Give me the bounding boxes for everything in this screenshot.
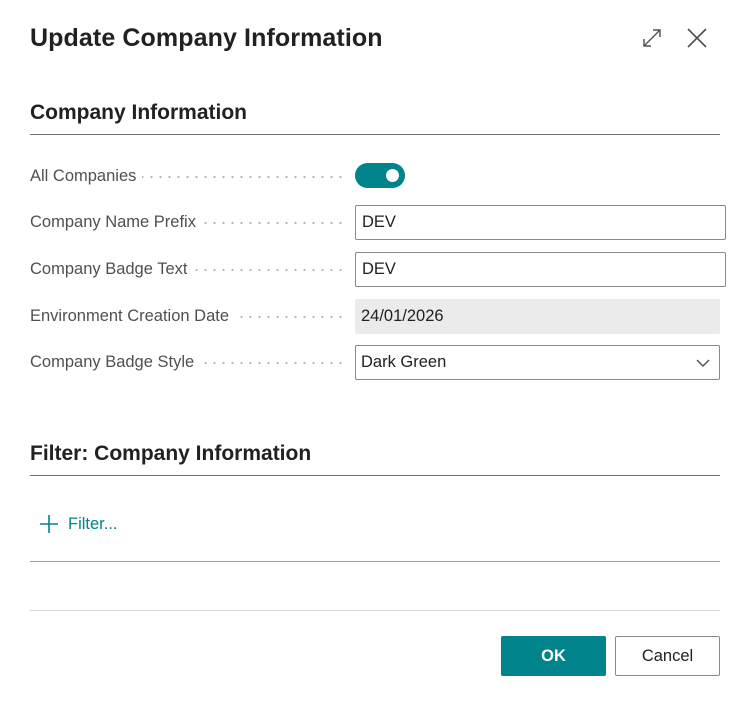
all-companies-toggle[interactable] bbox=[355, 163, 405, 188]
dialog-title: Update Company Information bbox=[30, 24, 383, 52]
cancel-button[interactable]: Cancel bbox=[615, 636, 720, 676]
close-button[interactable] bbox=[683, 24, 711, 52]
expand-icon bbox=[643, 29, 661, 47]
all-companies-label: All Companies bbox=[30, 159, 143, 194]
company-badge-style-label: Company Badge Style bbox=[30, 345, 201, 380]
ok-button[interactable]: OK bbox=[501, 636, 606, 676]
company-name-prefix-input[interactable]: DEV bbox=[355, 205, 726, 240]
company-badge-text-label: Company Badge Text bbox=[30, 252, 194, 287]
company-badge-text-input[interactable]: DEV bbox=[355, 252, 726, 287]
close-icon bbox=[687, 28, 707, 48]
company-badge-style-select[interactable]: Dark Green bbox=[355, 345, 720, 380]
filter-divider bbox=[30, 561, 720, 562]
section-divider bbox=[30, 134, 720, 135]
field-company-badge-style: Company Badge Style Dark Green bbox=[30, 345, 720, 380]
add-filter-label: Filter... bbox=[68, 514, 118, 533]
plus-icon bbox=[40, 515, 58, 533]
company-badge-style-value: Dark Green bbox=[361, 353, 447, 371]
section-header-filter: Filter: Company Information bbox=[30, 442, 312, 465]
environment-creation-date-label: Environment Creation Date bbox=[30, 299, 236, 334]
update-company-information-dialog: Update Company Information Company Infor… bbox=[0, 0, 747, 702]
section-divider bbox=[30, 475, 720, 476]
field-company-name-prefix: Company Name Prefix DEV bbox=[30, 205, 726, 240]
expand-button[interactable] bbox=[638, 24, 666, 52]
field-environment-creation-date: Environment Creation Date 24/01/2026 bbox=[30, 299, 720, 334]
footer-divider bbox=[30, 610, 720, 611]
add-filter-link[interactable]: Filter... bbox=[38, 510, 118, 538]
company-name-prefix-label: Company Name Prefix bbox=[30, 205, 202, 240]
chevron-down-icon bbox=[696, 359, 710, 367]
section-header-company-information: Company Information bbox=[30, 101, 248, 124]
field-company-badge-text: Company Badge Text DEV bbox=[30, 252, 726, 287]
field-all-companies: All Companies bbox=[30, 159, 720, 194]
toggle-knob bbox=[386, 169, 399, 182]
environment-creation-date-value: 24/01/2026 bbox=[355, 299, 720, 334]
